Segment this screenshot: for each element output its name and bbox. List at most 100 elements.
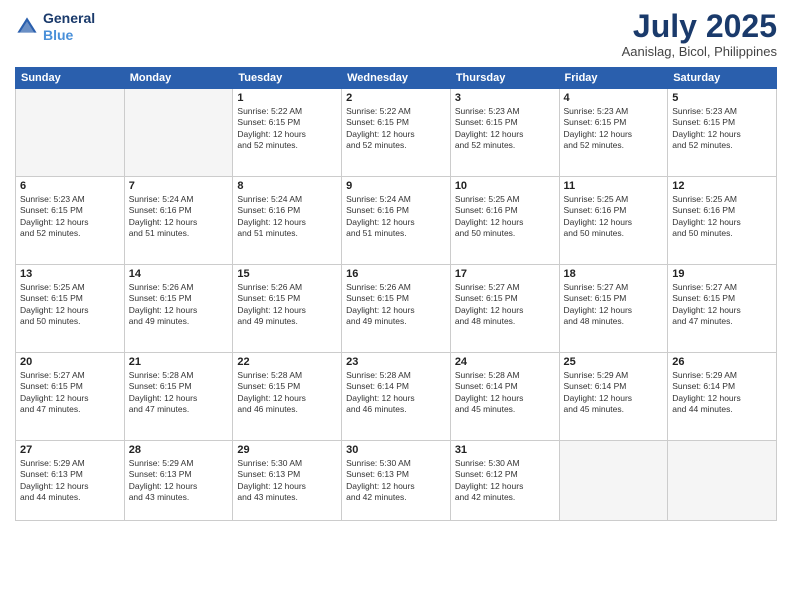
table-row: 27Sunrise: 5:29 AM Sunset: 6:13 PM Dayli… xyxy=(16,441,125,521)
day-number: 31 xyxy=(455,444,555,456)
day-info: Sunrise: 5:28 AM Sunset: 6:14 PM Dayligh… xyxy=(346,370,446,416)
header: General Blue July 2025 Aanislag, Bicol, … xyxy=(15,10,777,59)
day-info: Sunrise: 5:25 AM Sunset: 6:16 PM Dayligh… xyxy=(564,194,664,240)
col-sunday: Sunday xyxy=(16,68,125,89)
day-info: Sunrise: 5:23 AM Sunset: 6:15 PM Dayligh… xyxy=(20,194,120,240)
table-row xyxy=(124,89,233,177)
day-number: 22 xyxy=(237,356,337,368)
table-row: 9Sunrise: 5:24 AM Sunset: 6:16 PM Daylig… xyxy=(342,177,451,265)
table-row: 24 Sunrise: 5:28 AM Sunset: 6:14 PM Dayli… xyxy=(450,353,559,441)
day-number: 27 xyxy=(20,444,120,456)
day-info: Sunrise: 5:28 AM Sunset: 6:15 PM Dayligh… xyxy=(237,370,337,416)
day-number: 17 xyxy=(455,268,555,280)
table-row: 14Sunrise: 5:26 AM Sunset: 6:15 PM Dayli… xyxy=(124,265,233,353)
day-number: 10 xyxy=(455,180,555,192)
day-number: 24 xyxy=(455,356,555,368)
day-info: Sunrise: 5:25 AM Sunset: 6:15 PM Dayligh… xyxy=(20,282,120,328)
table-row: 16 Sunrise: 5:26 AM Sunset: 6:15 PM Dayli… xyxy=(342,265,451,353)
day-info: Sunrise: 5:29 AM Sunset: 6:14 PM Dayligh… xyxy=(672,370,772,416)
day-number: 7 xyxy=(129,180,229,192)
day-number: 4 xyxy=(564,92,664,104)
table-row: 23Sunrise: 5:28 AM Sunset: 6:14 PM Dayli… xyxy=(342,353,451,441)
table-row: 2 Sunrise: 5:22 AM Sunset: 6:15 PM Daylig… xyxy=(342,89,451,177)
day-info: Sunrise: 5:23 AM Sunset: 6:15 PM Dayligh… xyxy=(564,106,664,152)
week-row-5: 27 Sunrise: 5:29 AM Sunset: 6:13 PM Dayli… xyxy=(16,441,777,521)
col-wednesday: Wednesday xyxy=(342,68,451,89)
day-info: Sunrise: 5:30 AM Sunset: 6:13 PM Dayligh… xyxy=(237,458,337,504)
day-number: 8 xyxy=(237,180,337,192)
col-friday: Friday xyxy=(559,68,668,89)
day-number: 25 xyxy=(564,356,664,368)
day-info: Sunrise: 5:26 AM Sunset: 6:15 PM Dayligh… xyxy=(129,282,229,328)
day-number: 2 xyxy=(346,92,446,104)
day-info: Sunrise: 5:24 AM Sunset: 6:16 PM Dayligh… xyxy=(346,194,446,240)
table-row: 11Sunrise: 5:25 AM Sunset: 6:16 PM Dayli… xyxy=(559,177,668,265)
day-info: Sunrise: 5:24 AM Sunset: 6:16 PM Dayligh… xyxy=(237,194,337,240)
day-number: 19 xyxy=(672,268,772,280)
day-info: Sunrise: 5:22 AM Sunset: 6:15 PM Dayligh… xyxy=(237,106,337,152)
table-row: 1 Sunrise: 5:22 AM Sunset: 6:15 PM Daylig… xyxy=(233,89,342,177)
week-row-2: 6 Sunrise: 5:23 AM Sunset: 6:15 PM Daylig… xyxy=(16,177,777,265)
day-info: Sunrise: 5:23 AM Sunset: 6:15 PM Dayligh… xyxy=(672,106,772,152)
table-row: 25Sunrise: 5:29 AM Sunset: 6:14 PM Dayli… xyxy=(559,353,668,441)
calendar-header-row: Sunday Monday Tuesday Wednesday Thursday… xyxy=(16,68,777,89)
day-number: 15 xyxy=(237,268,337,280)
day-number: 1 xyxy=(237,92,337,104)
table-row: 30Sunrise: 5:30 AM Sunset: 6:13 PM Dayli… xyxy=(342,441,451,521)
table-row: 3Sunrise: 5:23 AM Sunset: 6:15 PM Daylig… xyxy=(450,89,559,177)
day-info: Sunrise: 5:25 AM Sunset: 6:16 PM Dayligh… xyxy=(672,194,772,240)
day-info: Sunrise: 5:27 AM Sunset: 6:15 PM Dayligh… xyxy=(564,282,664,328)
table-row: 21Sunrise: 5:28 AM Sunset: 6:15 PM Dayli… xyxy=(124,353,233,441)
table-row: 26 Sunrise: 5:29 AM Sunset: 6:14 PM Dayli… xyxy=(668,353,777,441)
day-info: Sunrise: 5:27 AM Sunset: 6:15 PM Dayligh… xyxy=(672,282,772,328)
day-info: Sunrise: 5:23 AM Sunset: 6:15 PM Dayligh… xyxy=(455,106,555,152)
table-row: 19 Sunrise: 5:27 AM Sunset: 6:15 PM Dayli… xyxy=(668,265,777,353)
day-info: Sunrise: 5:30 AM Sunset: 6:12 PM Dayligh… xyxy=(455,458,555,504)
day-number: 13 xyxy=(20,268,120,280)
day-info: Sunrise: 5:26 AM Sunset: 6:15 PM Dayligh… xyxy=(346,282,446,328)
day-number: 5 xyxy=(672,92,772,104)
table-row: 4 Sunrise: 5:23 AM Sunset: 6:15 PM Daylig… xyxy=(559,89,668,177)
table-row xyxy=(16,89,125,177)
day-number: 30 xyxy=(346,444,446,456)
table-row: 7 Sunrise: 5:24 AM Sunset: 6:16 PM Daylig… xyxy=(124,177,233,265)
table-row: 5 Sunrise: 5:23 AM Sunset: 6:15 PM Daylig… xyxy=(668,89,777,177)
logo-icon xyxy=(15,15,39,39)
table-row: 12 Sunrise: 5:25 AM Sunset: 6:16 PM Dayli… xyxy=(668,177,777,265)
table-row: 18 Sunrise: 5:27 AM Sunset: 6:15 PM Dayli… xyxy=(559,265,668,353)
table-row xyxy=(668,441,777,521)
col-thursday: Thursday xyxy=(450,68,559,89)
table-row: 13 Sunrise: 5:25 AM Sunset: 6:15 PM Dayli… xyxy=(16,265,125,353)
day-info: Sunrise: 5:27 AM Sunset: 6:15 PM Dayligh… xyxy=(20,370,120,416)
day-number: 21 xyxy=(129,356,229,368)
week-row-3: 13 Sunrise: 5:25 AM Sunset: 6:15 PM Dayli… xyxy=(16,265,777,353)
day-number: 26 xyxy=(672,356,772,368)
title-area: July 2025 Aanislag, Bicol, Philippines xyxy=(622,10,777,59)
day-info: Sunrise: 5:29 AM Sunset: 6:13 PM Dayligh… xyxy=(129,458,229,504)
page: General Blue July 2025 Aanislag, Bicol, … xyxy=(0,0,792,612)
week-row-4: 20 Sunrise: 5:27 AM Sunset: 6:15 PM Dayli… xyxy=(16,353,777,441)
table-row: 10 Sunrise: 5:25 AM Sunset: 6:16 PM Dayli… xyxy=(450,177,559,265)
col-saturday: Saturday xyxy=(668,68,777,89)
day-info: Sunrise: 5:28 AM Sunset: 6:14 PM Dayligh… xyxy=(455,370,555,416)
logo: General Blue xyxy=(15,10,95,44)
table-row: 31 Sunrise: 5:30 AM Sunset: 6:12 PM Dayli… xyxy=(450,441,559,521)
day-number: 20 xyxy=(20,356,120,368)
day-info: Sunrise: 5:27 AM Sunset: 6:15 PM Dayligh… xyxy=(455,282,555,328)
day-number: 18 xyxy=(564,268,664,280)
day-number: 6 xyxy=(20,180,120,192)
logo-text: General Blue xyxy=(43,10,95,44)
table-row: 6 Sunrise: 5:23 AM Sunset: 6:15 PM Daylig… xyxy=(16,177,125,265)
day-info: Sunrise: 5:25 AM Sunset: 6:16 PM Dayligh… xyxy=(455,194,555,240)
day-number: 29 xyxy=(237,444,337,456)
table-row: 28Sunrise: 5:29 AM Sunset: 6:13 PM Dayli… xyxy=(124,441,233,521)
col-tuesday: Tuesday xyxy=(233,68,342,89)
day-number: 16 xyxy=(346,268,446,280)
table-row: 22 Sunrise: 5:28 AM Sunset: 6:15 PM Dayli… xyxy=(233,353,342,441)
day-info: Sunrise: 5:24 AM Sunset: 6:16 PM Dayligh… xyxy=(129,194,229,240)
day-number: 12 xyxy=(672,180,772,192)
table-row: 17 Sunrise: 5:27 AM Sunset: 6:15 PM Dayli… xyxy=(450,265,559,353)
month-title: July 2025 xyxy=(622,10,777,42)
location: Aanislag, Bicol, Philippines xyxy=(622,44,777,59)
day-info: Sunrise: 5:22 AM Sunset: 6:15 PM Dayligh… xyxy=(346,106,446,152)
